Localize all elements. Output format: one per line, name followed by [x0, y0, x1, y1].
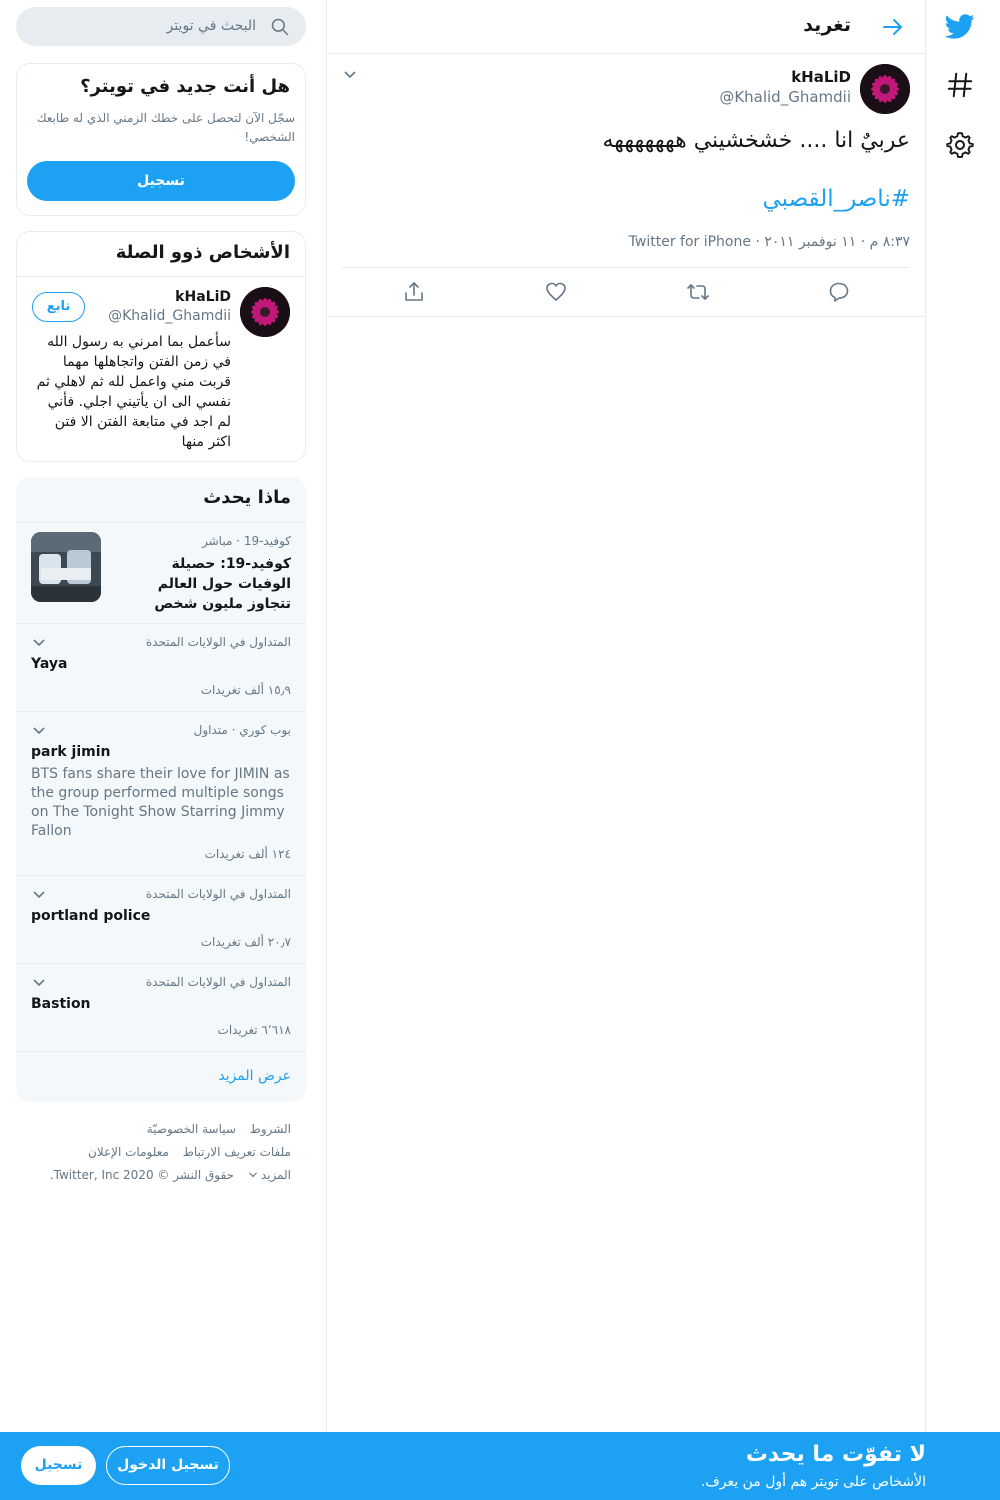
more-label: المزيد [260, 1168, 291, 1182]
chevron-down-icon [248, 1172, 257, 1178]
banner-title: لا تفوّت ما يحدث [745, 1442, 926, 1467]
trend-name: Bastion [31, 996, 91, 1012]
page-title: تغريد [803, 14, 851, 36]
follow-button[interactable]: تابع [32, 292, 85, 322]
show-more-link[interactable]: عرض المزيد [218, 1068, 291, 1084]
banner-subtitle: الأشخاص على تويتر هم أول من يعرف. [700, 1474, 926, 1490]
terms-link[interactable]: الشروط [250, 1122, 291, 1136]
trend-name: park jimin [31, 744, 111, 760]
tweet-author-handle[interactable]: @Khalid_Ghamdii [719, 88, 851, 106]
back-arrow-icon[interactable] [881, 15, 905, 39]
tweet-timestamp[interactable]: ٨:٣٧ م · ١١ نوفمبر ٢٠١١ · Twitter for iP… [629, 234, 910, 250]
divider [16, 522, 306, 523]
like-heart-icon[interactable] [544, 280, 568, 304]
search-icon [271, 18, 289, 36]
news-headline: كوفيد-19: حصيلة الوفيات حول العالم تتجاو… [154, 556, 291, 612]
divider [327, 316, 925, 317]
divider [16, 711, 306, 712]
chevron-down-icon[interactable] [32, 978, 46, 988]
trend-meta: المتداول في الولايات المتحدة [145, 635, 291, 649]
divider [16, 1051, 306, 1052]
chevron-down-icon[interactable] [343, 70, 357, 80]
chevron-down-icon[interactable] [32, 638, 46, 648]
search-input[interactable]: البحث في تويتر [16, 7, 306, 46]
trends-card: ماذا يحدث كوفيد-19 · مباشر كوفيد-19: حصي… [16, 477, 306, 1102]
signup-banner: لا تفوّت ما يحدث الأشخاص على تويتر هم أو… [0, 1432, 1000, 1500]
footer-links: الشروط سياسة الخصوصيّة ملفات تعريف الارت… [16, 1118, 291, 1187]
new-to-twitter-description: سجّل الآن لتحصل على خطك الزمني الذي له ط… [36, 111, 295, 144]
trend-meta: المتداول في الولايات المتحدة [145, 975, 291, 989]
chevron-down-icon[interactable] [32, 890, 46, 900]
news-thumbnail [31, 532, 101, 602]
trend-meta: بوب كوري · متداول [193, 723, 291, 737]
user-handle[interactable]: @Khalid_Ghamdii [108, 308, 231, 324]
tweet-text: عربيٌ انا .... خشخشيني هههههههه [602, 128, 910, 153]
tweet-column: تغريد kHaLiD @Khalid_Ghamdii عربيٌ انا .… [326, 0, 926, 1432]
user-bio: سأعمل بما امرني به رسول الله في زمن الفت… [36, 334, 231, 450]
tweet-header: تغريد [327, 0, 925, 54]
relevant-people-card: الأشخاص ذوو الصلة kHaLiD @Khalid_Ghamdii… [16, 231, 306, 462]
retweet-icon[interactable] [686, 280, 710, 304]
hashtag-icon[interactable] [945, 70, 975, 100]
search-placeholder: البحث في تويتر [166, 18, 256, 34]
trend-count: ٦٬٦١٨ تغريدات [217, 1023, 291, 1037]
reply-icon[interactable] [827, 280, 851, 304]
avatar[interactable] [240, 287, 290, 337]
twitter-logo-icon[interactable] [945, 11, 975, 41]
trends-title: ماذا يحدث [203, 487, 291, 508]
flower-avatar-icon [860, 64, 910, 114]
trend-count: ٢٠٫٧ ألف تغريدات [200, 935, 291, 949]
privacy-link[interactable]: سياسة الخصوصيّة [147, 1122, 236, 1136]
divider [16, 875, 306, 876]
new-to-twitter-card: هل أنت جديد في تويتر؟ سجّل الآن لتحصل عل… [16, 63, 306, 216]
tweet-author-name[interactable]: kHaLiD [791, 68, 851, 86]
login-button[interactable]: تسجيل الدخول [106, 1446, 230, 1485]
share-icon[interactable] [402, 280, 426, 304]
divider [16, 963, 306, 964]
banner-signup-button[interactable]: تسجيل [21, 1446, 96, 1485]
ads-info-link[interactable]: معلومات الإعلان [88, 1145, 169, 1159]
trend-count: ١٥٫٩ ألف تغريدات [200, 683, 291, 697]
trend-description: BTS fans share their love for JIMIN as t… [31, 766, 290, 839]
cookies-link[interactable]: ملفات تعريف الارتباط [183, 1145, 291, 1159]
trend-meta: المتداول في الولايات المتحدة [145, 887, 291, 901]
trend-count: ١٢٤ ألف تغريدات [204, 847, 291, 861]
avatar[interactable] [860, 64, 910, 114]
trend-name: Yaya [31, 656, 68, 672]
copyright: حقوق النشر © Twitter, Inc 2020. [49, 1168, 234, 1182]
divider [16, 623, 306, 624]
user-name[interactable]: kHaLiD [175, 289, 231, 305]
trend-name: portland police [31, 908, 151, 924]
relevant-people-title: الأشخاص ذوو الصلة [115, 242, 290, 263]
chevron-down-icon[interactable] [32, 726, 46, 736]
news-image-icon [31, 532, 101, 602]
divider [17, 276, 305, 277]
hashtag-link[interactable]: #ناصر_القصبي [763, 186, 911, 212]
new-to-twitter-title: هل أنت جديد في تويتر؟ [80, 76, 290, 97]
flower-avatar-icon [240, 287, 290, 337]
more-link[interactable]: المزيد [248, 1168, 291, 1182]
news-meta: كوفيد-19 · مباشر [201, 534, 291, 548]
signup-button[interactable]: تسجيل [27, 161, 295, 201]
settings-gear-icon[interactable] [945, 130, 975, 160]
divider [342, 267, 910, 268]
tweet-actions [327, 280, 925, 306]
